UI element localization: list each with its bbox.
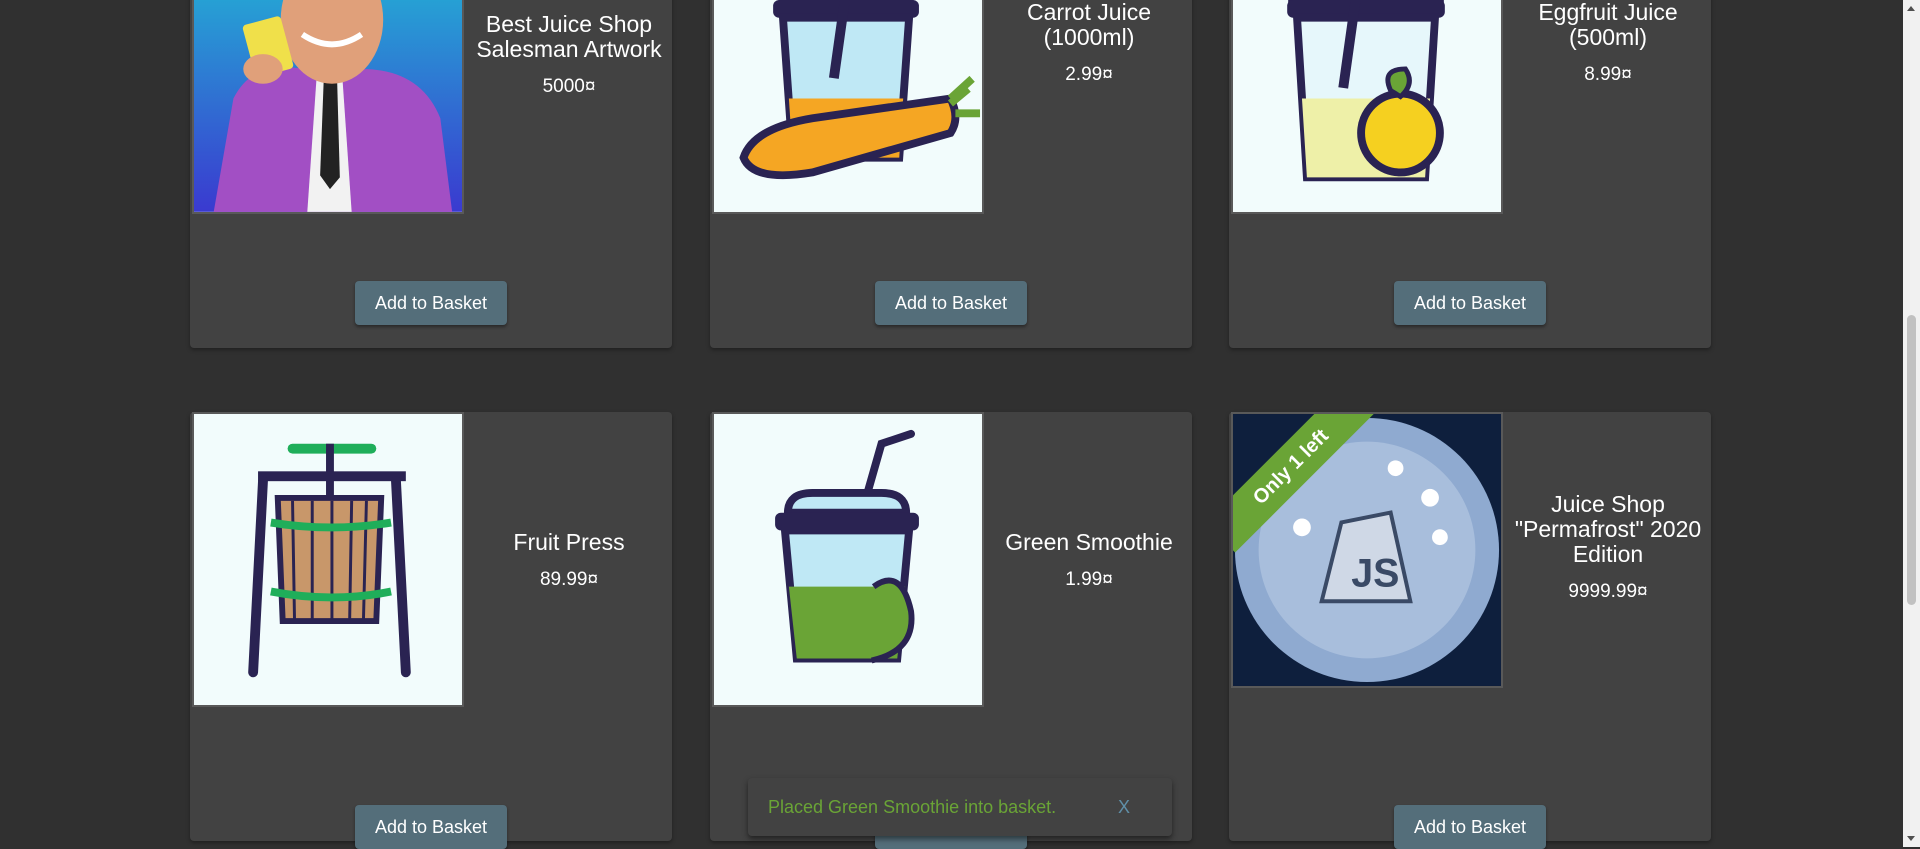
add-to-basket-button[interactable]: Add to Basket	[1394, 281, 1546, 325]
add-to-basket-button[interactable]: Add to Basket	[355, 281, 507, 325]
scroll-down-icon[interactable]	[1907, 836, 1915, 841]
add-to-basket-button[interactable]: Add to Basket	[355, 805, 507, 849]
fruit-press-image	[194, 414, 462, 705]
add-to-basket-button[interactable]: Add to Basket	[875, 281, 1027, 325]
page-scrollbar[interactable]	[1903, 0, 1920, 847]
snackbar-close-button[interactable]: X	[1118, 797, 1130, 818]
product-price: 8.99¤	[1584, 64, 1632, 85]
scroll-up-icon[interactable]	[1907, 6, 1915, 11]
product-info: Juice Shop "Permafrost" 2020 Edition 999…	[1505, 492, 1711, 603]
product-price: 89.99¤	[539, 569, 599, 590]
add-to-basket-button[interactable]: Add to Basket	[1394, 805, 1546, 849]
product-image-permafrost-edition[interactable]: JS Only 1 left	[1231, 412, 1503, 688]
product-info: Green Smoothie 1.99¤	[986, 530, 1192, 591]
product-price: 9999.99¤	[1568, 581, 1648, 602]
product-name: Green Smoothie	[1005, 529, 1173, 555]
product-info: Carrot Juice (1000ml) 2.99¤	[986, 0, 1192, 86]
product-card-permafrost-edition: JS Only 1 left Juice Shop "Permafrost" 2…	[1229, 412, 1711, 849]
product-name: Fruit Press	[513, 529, 625, 555]
product-name: Carrot Juice (1000ml)	[1027, 0, 1151, 50]
product-price: 2.99¤	[1065, 64, 1113, 85]
product-info: Best Juice Shop Salesman Artwork 5000¤	[466, 12, 672, 98]
scroll-thumb[interactable]	[1907, 315, 1916, 605]
product-image-carrot-juice[interactable]	[712, 0, 984, 214]
product-image-fruit-press[interactable]	[192, 412, 464, 707]
eggfruit-juice-image	[1233, 0, 1501, 212]
product-price: 1.99¤	[1065, 569, 1113, 590]
product-card-salesman-artwork: Best Juice Shop Salesman Artwork 5000¤ A…	[190, 0, 672, 348]
product-card-carrot-juice: Carrot Juice (1000ml) 2.99¤ Add to Baske…	[710, 0, 1192, 348]
carrot-juice-image	[714, 0, 982, 212]
product-card-eggfruit-juice: Eggfruit Juice (500ml) 8.99¤ Add to Bask…	[1229, 0, 1711, 348]
product-name: Eggfruit Juice (500ml)	[1538, 0, 1678, 50]
salesman-artwork-image	[194, 0, 462, 212]
green-smoothie-image	[714, 414, 982, 705]
product-card-green-smoothie: Green Smoothie 1.99¤ Add to Basket	[710, 412, 1192, 849]
product-card-fruit-press: Fruit Press 89.99¤ Add to Basket	[190, 412, 672, 849]
product-price: 5000¤	[542, 76, 596, 97]
product-image-salesman-artwork[interactable]	[192, 0, 464, 214]
product-info: Fruit Press 89.99¤	[466, 530, 672, 591]
snackbar-notification: Placed Green Smoothie into basket. X	[748, 778, 1172, 836]
product-image-eggfruit-juice[interactable]	[1231, 0, 1503, 214]
snackbar-message: Placed Green Smoothie into basket.	[768, 797, 1057, 817]
product-name: Juice Shop "Permafrost" 2020 Edition	[1514, 491, 1702, 567]
product-name: Best Juice Shop Salesman Artwork	[476, 11, 662, 62]
product-image-green-smoothie[interactable]	[712, 412, 984, 707]
product-info: Eggfruit Juice (500ml) 8.99¤	[1505, 0, 1711, 86]
svg-text:JS: JS	[1351, 551, 1399, 595]
